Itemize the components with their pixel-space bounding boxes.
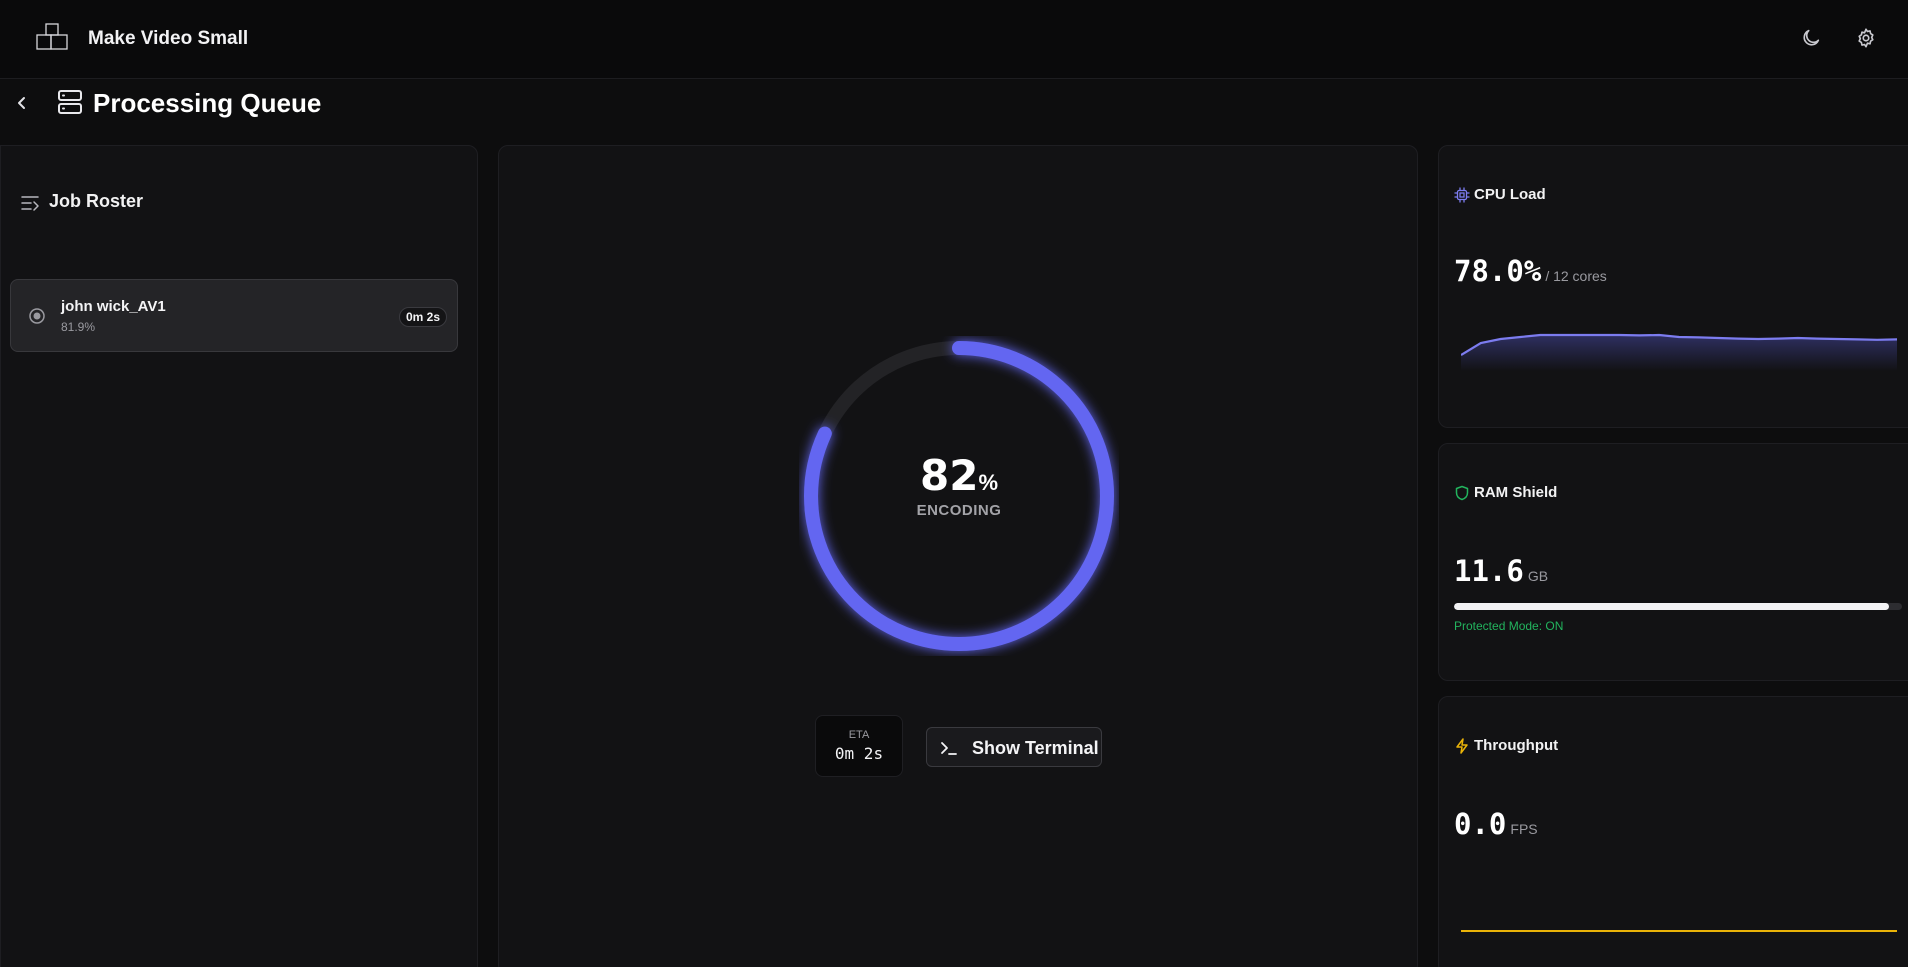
app-title: Make Video Small	[88, 28, 249, 49]
job-name: john wick_AV1	[61, 298, 166, 315]
shield-icon	[1455, 485, 1469, 501]
show-terminal-button[interactable]: Show Terminal	[926, 727, 1102, 767]
job-elapsed-badge: 0m 2s	[398, 307, 447, 327]
server-icon	[58, 90, 82, 114]
cpu-load-card: CPU Load 78.0%/ 12 cores	[1438, 145, 1908, 428]
progress-readout: 82% ENCODING	[799, 451, 1119, 519]
eta-label: ETA	[848, 729, 870, 741]
active-job-indicator-icon	[29, 308, 45, 324]
progress-percent: 82	[919, 451, 979, 500]
progress-ring: 82% ENCODING	[799, 336, 1119, 656]
cpu-load-sparkline-area	[1461, 335, 1897, 371]
throughput-sparkline	[1461, 930, 1897, 932]
throughput-unit: FPS	[1510, 821, 1538, 837]
protected-mode-status: Protected Mode: ON	[1454, 619, 1564, 633]
job-roster-panel: Job Roster john wick_AV1 81.9% 0m 2s	[0, 145, 478, 967]
progress-percent-sign: %	[978, 470, 998, 495]
settings-button[interactable]	[1855, 27, 1877, 49]
cpu-load-value: 78.0%	[1454, 254, 1542, 288]
ram-usage-bar	[1454, 603, 1902, 610]
job-item[interactable]: john wick_AV1 81.9% 0m 2s	[10, 279, 458, 352]
eta-box: ETA 0m 2s	[815, 715, 903, 777]
lightning-icon	[1456, 738, 1468, 754]
throughput-card: Throughput 0.0 FPS	[1438, 696, 1908, 967]
job-progress: 81.9%	[61, 320, 96, 334]
ram-usage-bar-fill	[1454, 603, 1889, 610]
job-roster-title: Job Roster	[49, 191, 144, 211]
throughput-readout: 0.0 FPS	[1454, 807, 1538, 841]
list-icon	[21, 196, 39, 211]
ram-shield-title: RAM Shield	[1474, 484, 1558, 501]
gear-icon	[1858, 28, 1874, 48]
page-title: Processing Queue	[93, 88, 322, 118]
top-bar: Make Video Small	[0, 0, 1908, 79]
terminal-icon	[941, 742, 957, 755]
chevron-left-icon	[18, 97, 25, 109]
show-terminal-label: Show Terminal	[972, 738, 1099, 758]
page-header: Processing Queue	[0, 80, 1908, 144]
cpu-load-title: CPU Load	[1474, 186, 1546, 203]
cpu-load-readout: 78.0%/ 12 cores	[1454, 254, 1607, 288]
ram-value: 11.6	[1454, 554, 1524, 588]
app-window: Make Video Small Processing Queue Job Ro…	[0, 0, 1908, 967]
progress-panel: 82% ENCODING ETA 0m 2s Show Terminal	[498, 145, 1418, 967]
progress-status: ENCODING	[916, 502, 1002, 519]
throughput-value: 0.0	[1454, 807, 1507, 841]
eta-value: 0m 2s	[834, 744, 884, 763]
cpu-load-sparkline	[1461, 333, 1897, 371]
ram-shield-card: RAM Shield 11.6 GB Protected Mode: ON	[1438, 443, 1908, 681]
moon-icon	[1803, 29, 1820, 46]
cpu-icon	[1454, 187, 1470, 203]
back-button[interactable]	[12, 92, 32, 114]
throughput-title: Throughput	[1474, 737, 1559, 754]
dark-mode-toggle[interactable]	[1800, 27, 1822, 49]
ram-unit: GB	[1527, 568, 1549, 584]
cpu-load-unit: / 12 cores	[1545, 268, 1607, 284]
ram-readout: 11.6 GB	[1454, 554, 1548, 588]
app-logo-icon	[36, 23, 68, 50]
